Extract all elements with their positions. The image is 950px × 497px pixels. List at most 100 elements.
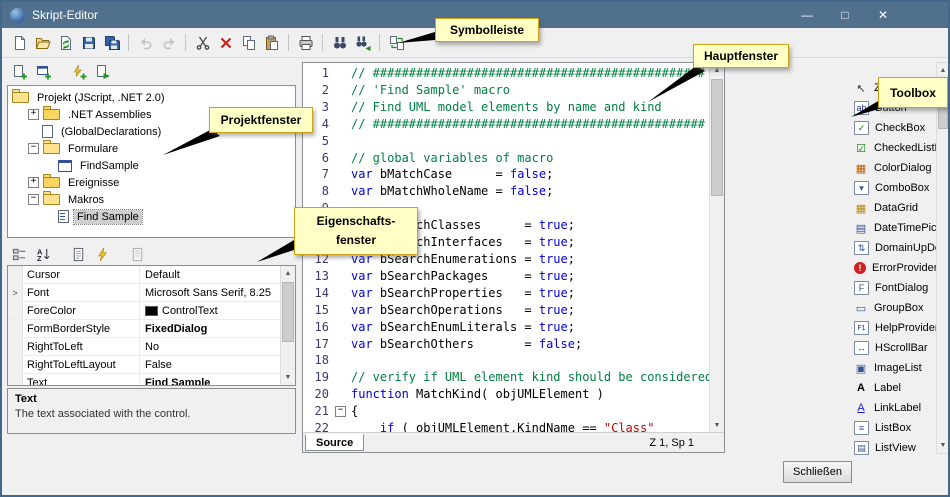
new-macro-button[interactable] bbox=[9, 62, 30, 82]
line-number: 1 bbox=[303, 65, 334, 82]
scroll-up-icon[interactable]: ▲ bbox=[937, 63, 949, 78]
toolbox-item-checkbox[interactable]: ✓CheckBox bbox=[854, 118, 936, 138]
property-row-forecolor[interactable]: ForeColorControlText bbox=[8, 302, 295, 320]
button-icon: ab bbox=[854, 101, 869, 115]
replace-button[interactable] bbox=[385, 32, 408, 54]
color-swatch bbox=[145, 306, 158, 316]
fold-margin bbox=[334, 183, 347, 200]
toolbox-item-errorprovider[interactable]: !ErrorProvider bbox=[854, 258, 936, 278]
datetimepicker-icon: ▤ bbox=[854, 222, 868, 235]
toolbox-item-label: Label bbox=[874, 382, 901, 394]
properties-button[interactable] bbox=[68, 244, 89, 264]
toolbox-item-label[interactable]: ALabel bbox=[854, 378, 936, 398]
properties-scrollbar[interactable]: ▲ ▼ bbox=[280, 266, 295, 385]
tree-item-formulare[interactable]: −Formulare bbox=[8, 140, 295, 157]
categorized-icon bbox=[12, 247, 27, 262]
property-row-formborderstyle[interactable]: FormBorderStyleFixedDialog bbox=[8, 320, 295, 338]
scroll-down-icon[interactable]: ▼ bbox=[710, 418, 724, 433]
cut-button[interactable] bbox=[191, 32, 214, 54]
toolbox-item-groupbox[interactable]: ▭GroupBox bbox=[854, 298, 936, 318]
collapse-icon[interactable]: − bbox=[28, 143, 39, 154]
reload-file-button[interactable] bbox=[54, 32, 77, 54]
toolbox-item-listview[interactable]: ▤ListView bbox=[854, 438, 936, 458]
toolbox-item-listbox[interactable]: ≡ListBox bbox=[854, 418, 936, 438]
tree-item-ereignisse[interactable]: +Ereignisse bbox=[8, 174, 295, 191]
toolbox-item-datagrid[interactable]: ▦DataGrid bbox=[854, 198, 936, 218]
events-button[interactable] bbox=[92, 244, 113, 264]
helpprovider-icon: F1 bbox=[854, 321, 869, 335]
close-window-button[interactable]: ✕ bbox=[876, 8, 890, 22]
tree-item-projekt-jscript-net-2-0[interactable]: Projekt (JScript, .NET 2.0) bbox=[8, 89, 295, 106]
run-macro-button[interactable] bbox=[92, 62, 113, 82]
categorized-button[interactable] bbox=[9, 244, 30, 264]
alphabetical-button[interactable]: AZ bbox=[33, 244, 54, 264]
folder-icon bbox=[43, 177, 60, 188]
find-next-button[interactable] bbox=[351, 32, 374, 54]
fold-margin bbox=[334, 352, 347, 369]
code-line: 14var bSearchProperties = true; bbox=[303, 285, 709, 302]
toolbox-item-imagelist[interactable]: ▣ImageList bbox=[854, 358, 936, 378]
property-pages-button[interactable] bbox=[127, 244, 148, 264]
new-form-button[interactable] bbox=[33, 62, 54, 82]
new-file-button[interactable] bbox=[8, 32, 31, 54]
paste-button[interactable] bbox=[260, 32, 283, 54]
fold-margin bbox=[334, 268, 347, 285]
scrollbar-thumb[interactable] bbox=[282, 282, 294, 342]
code-text: // global variables of macro bbox=[347, 150, 709, 167]
toolbox-item-linklabel[interactable]: ALinkLabel bbox=[854, 398, 936, 418]
source-tab[interactable]: Source bbox=[305, 434, 364, 451]
fold-margin bbox=[334, 166, 347, 183]
close-dialog-button[interactable]: Schließen bbox=[783, 461, 852, 483]
editor-vertical-scrollbar[interactable]: ▲ ▼ bbox=[709, 63, 724, 433]
save-all-button[interactable] bbox=[100, 32, 123, 54]
toolbar-separator bbox=[322, 34, 323, 51]
skript-editor-window: Skript-Editor — □ ✕ Projekt (JScript, .N… bbox=[0, 0, 950, 497]
new-event-button[interactable] bbox=[68, 62, 89, 82]
property-row-font[interactable]: >FontMicrosoft Sans Serif, 8.25 bbox=[8, 284, 295, 302]
page-icon bbox=[42, 125, 53, 138]
domainupdown-icon: ⇅ bbox=[854, 241, 869, 255]
minimize-button[interactable]: — bbox=[800, 8, 814, 22]
toolbox-item-hscrollbar[interactable]: ↔HScrollBar bbox=[854, 338, 936, 358]
line-number: 6 bbox=[303, 150, 334, 167]
delete-button[interactable] bbox=[214, 32, 237, 54]
code-editor[interactable]: 1 // ####################################… bbox=[302, 62, 725, 453]
collapse-icon[interactable]: − bbox=[28, 194, 39, 205]
fold-collapse-icon[interactable]: − bbox=[335, 406, 346, 417]
code-line: 15var bSearchOperations = true; bbox=[303, 302, 709, 319]
print-button[interactable] bbox=[294, 32, 317, 54]
row-expander-icon[interactable]: > bbox=[8, 284, 23, 301]
scroll-up-icon[interactable]: ▲ bbox=[281, 266, 295, 281]
toolbox-item-checkedlistbox[interactable]: ☑CheckedListBox bbox=[854, 138, 936, 158]
scroll-down-icon[interactable]: ▼ bbox=[937, 438, 949, 453]
property-row-text[interactable]: TextFind Sample bbox=[8, 374, 295, 386]
tree-item-makros[interactable]: −Makros bbox=[8, 191, 295, 208]
toolbox-item-colordialog[interactable]: ▦ColorDialog bbox=[854, 158, 936, 178]
toolbox-item-helpprovider[interactable]: F1HelpProvider bbox=[854, 318, 936, 338]
save-button[interactable] bbox=[77, 32, 100, 54]
toolbox-item-combobox[interactable]: ▾ComboBox bbox=[854, 178, 936, 198]
toolbox-item-domainupdown[interactable]: ⇅DomainUpDown bbox=[854, 238, 936, 258]
listbox-icon: ≡ bbox=[854, 421, 869, 435]
property-row-righttoleftlayout[interactable]: RightToLeftLayoutFalse bbox=[8, 356, 295, 374]
property-row-cursor[interactable]: CursorDefault bbox=[8, 266, 295, 284]
scroll-down-icon[interactable]: ▼ bbox=[281, 370, 295, 385]
expand-icon[interactable]: + bbox=[28, 109, 39, 120]
copy-button[interactable] bbox=[237, 32, 260, 54]
tree-item-find-sample[interactable]: Find Sample bbox=[8, 208, 295, 225]
toolbox-scrollbar[interactable]: ▲ ▼ bbox=[936, 62, 950, 454]
code-text: // #####################################… bbox=[347, 116, 709, 133]
tree-item-findsample[interactable]: FindSample bbox=[8, 157, 295, 174]
maximize-button[interactable]: □ bbox=[838, 8, 852, 22]
expand-icon[interactable]: + bbox=[28, 177, 39, 188]
find-button[interactable] bbox=[328, 32, 351, 54]
open-file-button[interactable] bbox=[31, 32, 54, 54]
toolbox-item-label: ListView bbox=[875, 442, 916, 454]
property-row-righttoleft[interactable]: RightToLeftNo bbox=[8, 338, 295, 356]
callout-toolbox: Toolbox bbox=[878, 77, 948, 108]
toolbox-item-fontdialog[interactable]: FFontDialog bbox=[854, 278, 936, 298]
property-pages-icon bbox=[130, 247, 145, 262]
row-margin bbox=[8, 374, 23, 386]
scrollbar-thumb[interactable] bbox=[711, 79, 723, 196]
toolbox-item-datetimepicker[interactable]: ▤DateTimePicker bbox=[854, 218, 936, 238]
